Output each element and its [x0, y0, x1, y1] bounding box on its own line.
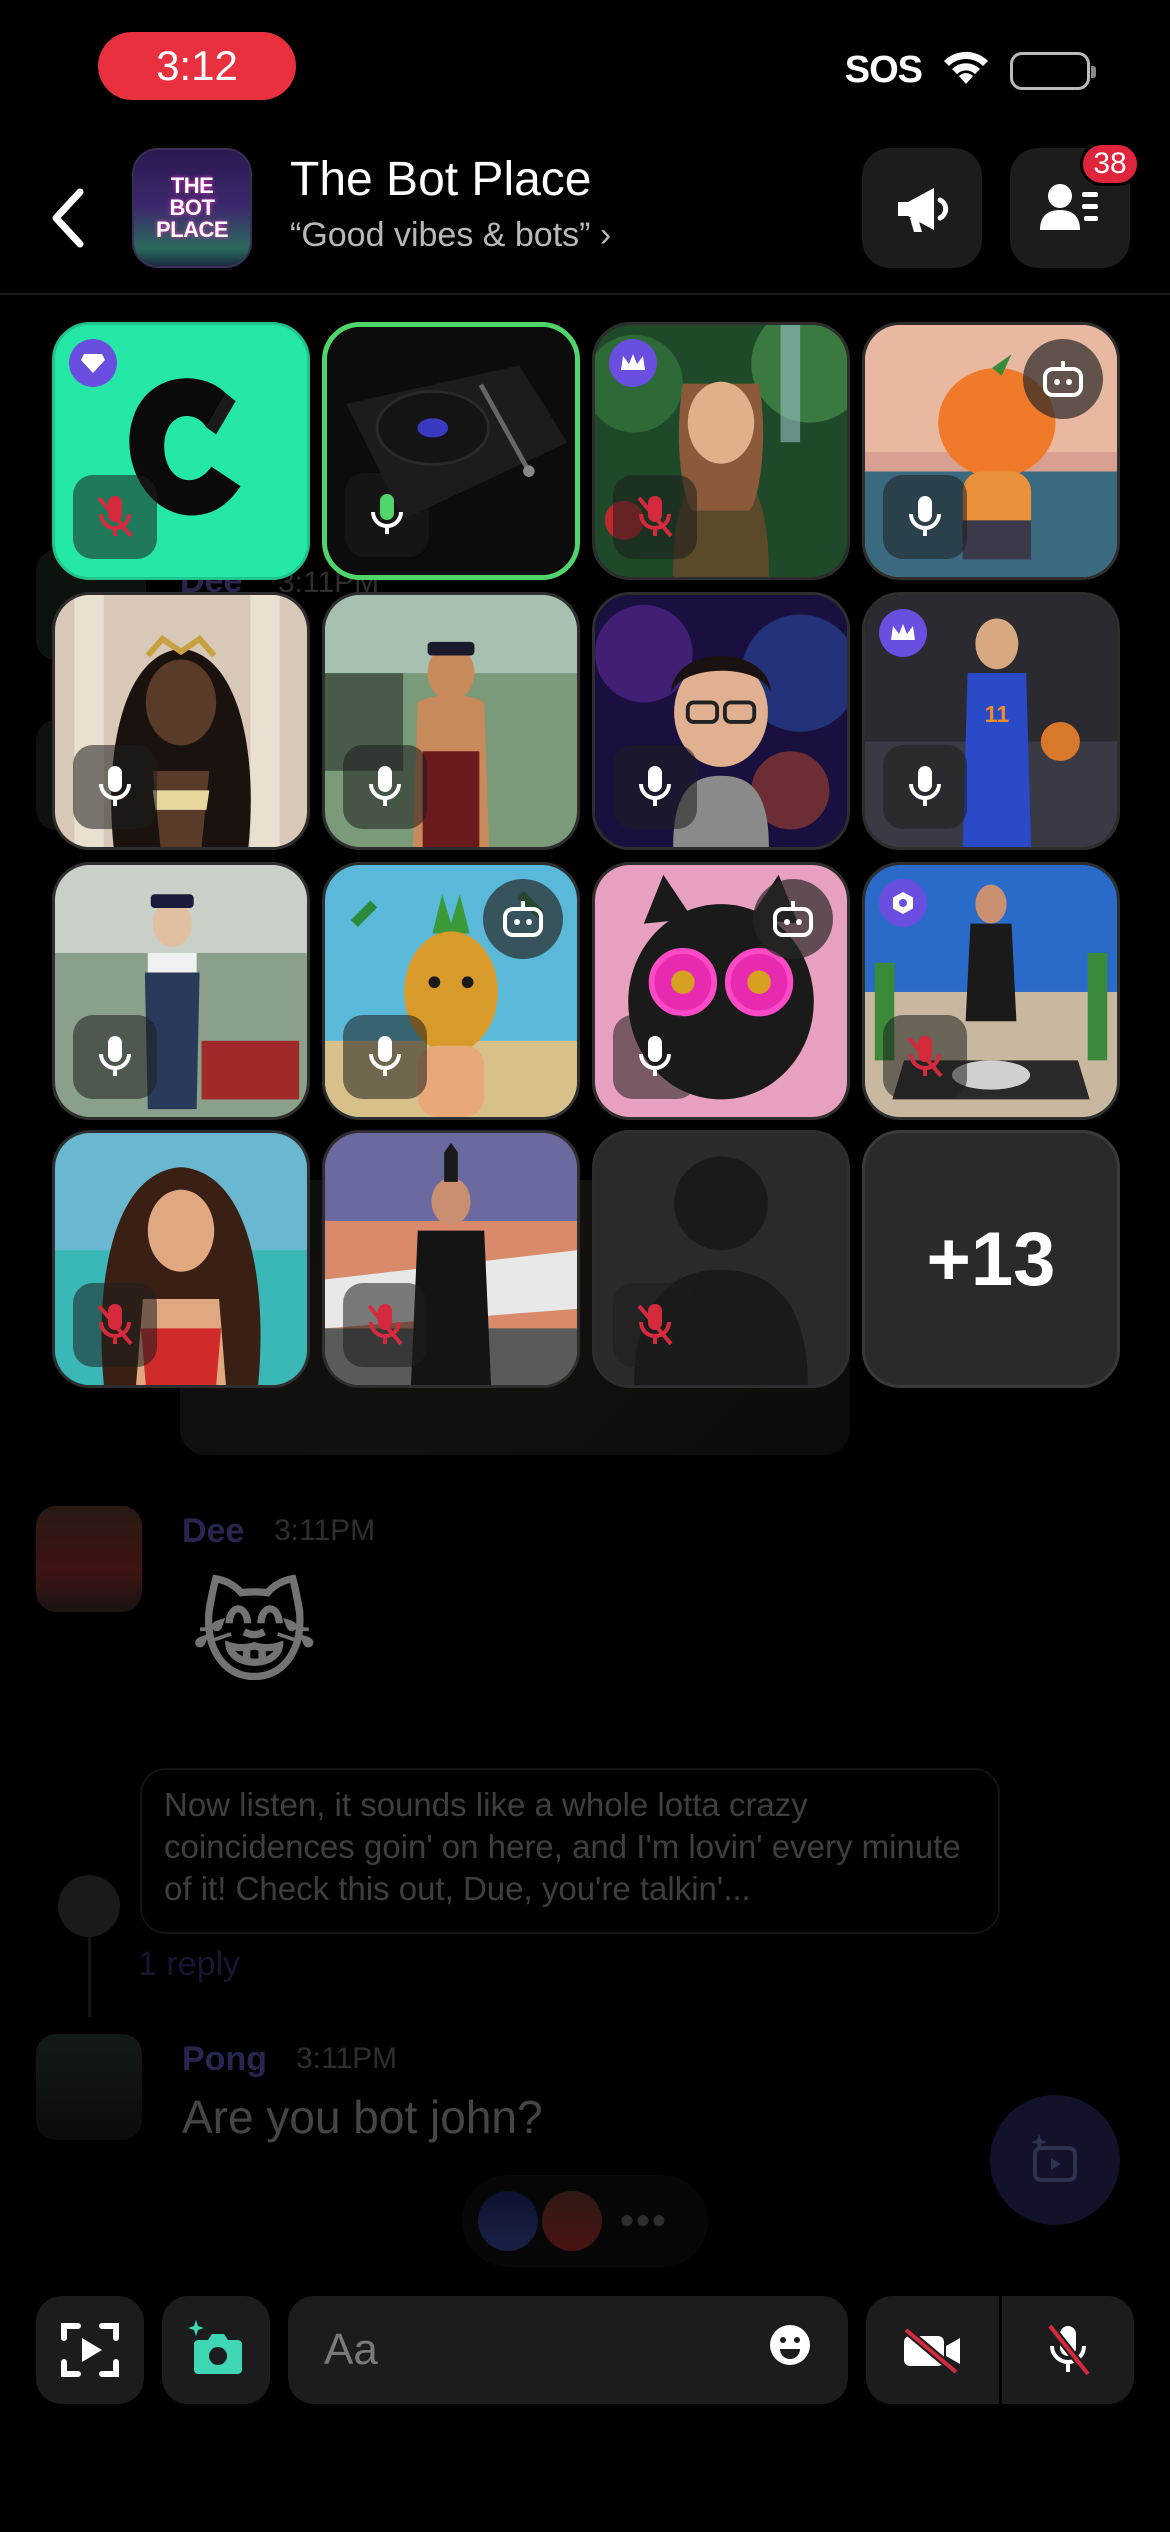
message-author[interactable]: Dee	[182, 1512, 244, 1551]
screen-share-button[interactable]	[36, 2296, 144, 2404]
reply-count-link[interactable]: 1 reply	[138, 1945, 240, 1984]
mic-on-icon	[343, 745, 427, 829]
more-participants-button[interactable]: +13	[862, 1130, 1120, 1388]
hexagon-badge-icon	[879, 879, 927, 927]
avatar-pong[interactable]	[36, 2034, 142, 2140]
status-time[interactable]: 3:12	[98, 32, 296, 100]
chevron-left-icon	[52, 188, 84, 248]
group-subtitle[interactable]: “Good vibes & bots” ›	[290, 216, 611, 255]
mic-muted-icon	[613, 475, 697, 559]
participant-tile[interactable]	[52, 862, 310, 1120]
announcements-button[interactable]	[862, 148, 982, 268]
svg-text:11: 11	[984, 701, 1009, 727]
mic-muted-icon	[73, 1283, 157, 1367]
more-reactors: •••	[620, 2198, 669, 2243]
ai-camera-button[interactable]	[162, 2296, 270, 2404]
participant-tile[interactable]	[862, 322, 1120, 580]
message-input[interactable]: Aa	[288, 2296, 848, 2404]
members-button[interactable]: 38	[1010, 142, 1140, 268]
bot-icon	[753, 879, 833, 959]
mic-muted-icon	[73, 475, 157, 559]
camera-toggle-button[interactable]	[866, 2296, 999, 2404]
participant-tile[interactable]	[322, 592, 580, 850]
participant-tile[interactable]	[592, 862, 850, 1120]
back-button[interactable]	[38, 178, 98, 258]
battery-icon	[1010, 51, 1096, 90]
diamond-badge-icon	[69, 339, 117, 387]
participant-tile[interactable]	[52, 322, 310, 580]
media-toggles	[866, 2296, 1134, 2404]
mic-toggle-button[interactable]	[1002, 2296, 1135, 2404]
participant-tile[interactable]: 11	[862, 592, 1120, 850]
participant-tile[interactable]	[592, 1130, 850, 1388]
emoji-message: 😹	[190, 1573, 319, 1696]
participant-tile[interactable]	[52, 592, 310, 850]
status-bar: 3:12 SOS	[0, 0, 1170, 140]
participant-tile[interactable]	[592, 322, 850, 580]
crown-badge-icon	[879, 609, 927, 657]
reactor-avatar	[542, 2191, 602, 2251]
sparkle-camera-icon	[188, 2320, 242, 2374]
wifi-icon	[940, 48, 992, 93]
reply-preview[interactable]: Now listen, it sounds like a whole lotta…	[140, 1768, 1000, 1934]
mic-on-icon	[613, 745, 697, 829]
members-list-icon	[1040, 184, 1098, 230]
thread-avatar	[58, 1875, 120, 1937]
avatar-dee[interactable]	[36, 1506, 142, 1612]
message-text: Are you bot john?	[182, 2091, 543, 2143]
bot-icon	[483, 879, 563, 959]
emoji-icon[interactable]	[768, 2323, 812, 2378]
message-author[interactable]: Pong	[182, 2040, 267, 2079]
participant-tile[interactable]	[322, 862, 580, 1120]
mic-on-icon	[73, 1015, 157, 1099]
participant-tile[interactable]	[52, 1130, 310, 1388]
bot-icon	[1023, 339, 1103, 419]
reactor-avatar	[478, 2191, 538, 2251]
mic-muted-icon	[613, 1283, 697, 1367]
sparkle-video-icon	[1031, 2134, 1077, 2182]
participant-tile[interactable]	[592, 592, 850, 850]
mic-on-icon	[883, 745, 967, 829]
group-avatar[interactable]: THE BOT PLACE	[132, 148, 252, 268]
screen-share-icon	[61, 2323, 119, 2377]
group-title[interactable]: The Bot Place	[290, 152, 592, 207]
camera-off-icon	[903, 2326, 961, 2374]
mic-on-icon	[73, 745, 157, 829]
participant-tile[interactable]	[862, 862, 1120, 1120]
status-indicators: SOS	[844, 48, 1096, 93]
participant-tile[interactable]	[322, 1130, 580, 1388]
composer-bar: Aa	[0, 2290, 1170, 2410]
participant-tile-speaking[interactable]	[322, 322, 580, 580]
mic-muted-icon	[883, 1015, 967, 1099]
ai-media-button[interactable]	[990, 2095, 1120, 2225]
mic-on-icon	[883, 475, 967, 559]
mic-off-icon	[1046, 2323, 1091, 2377]
network-status: SOS	[844, 49, 923, 91]
members-count-badge: 38	[1080, 142, 1140, 186]
message-placeholder: Aa	[324, 2325, 378, 2374]
message-time: 3:11PM	[296, 2042, 398, 2075]
mic-on-icon	[343, 1015, 427, 1099]
chat-header: THE BOT PLACE The Bot Place “Good vibes …	[0, 140, 1170, 295]
mic-muted-icon	[343, 1283, 427, 1367]
mic-on-icon	[613, 1015, 697, 1099]
crown-badge-icon	[609, 339, 657, 387]
reactors-row[interactable]: •••	[462, 2175, 708, 2267]
message-time: 3:11PM	[274, 1514, 376, 1547]
megaphone-icon	[898, 188, 949, 232]
mic-on-icon	[345, 473, 429, 557]
